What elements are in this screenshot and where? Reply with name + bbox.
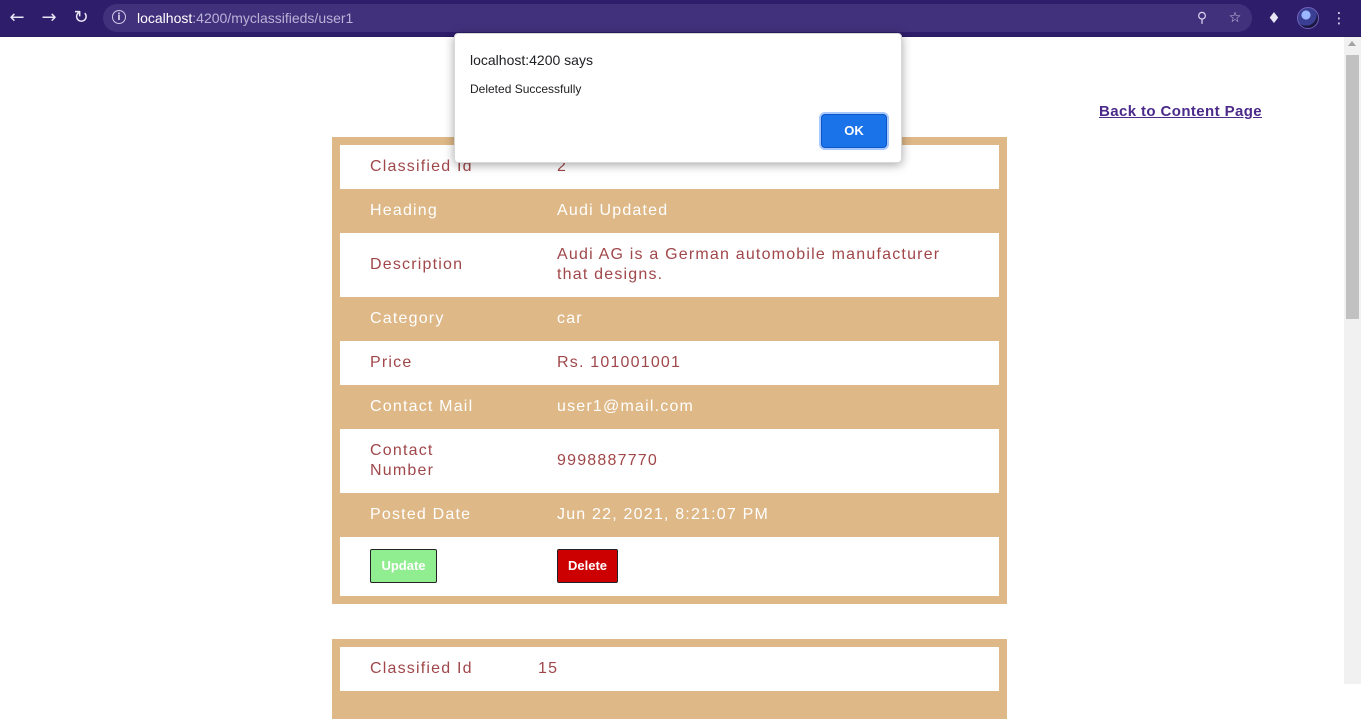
value-posted-date: Jun 22, 2021, 8:21:07 PM (557, 506, 770, 523)
classified-card: Classified Id 2 Heading Audi Updated Des… (332, 137, 1007, 604)
row-category: Category car (340, 297, 999, 341)
forward-arrow-icon[interactable]: → (37, 6, 61, 30)
alert-dialog: localhost:4200 says Deleted Successfully… (454, 33, 902, 163)
page-scrollbar[interactable] (1344, 37, 1361, 684)
value-classified-id: 15 (538, 660, 559, 677)
classified-card: Classified Id 15 (332, 639, 1007, 719)
dialog-title: localhost:4200 says (470, 52, 593, 68)
puzzle-icon[interactable]: ♦ (1263, 7, 1285, 29)
label-contact-number: Contact Number (370, 442, 435, 479)
back-to-content-link[interactable]: Back to Content Page (1099, 103, 1262, 120)
label-price: Price (370, 354, 413, 371)
label-posted-date: Posted Date (370, 506, 472, 523)
profile-avatar[interactable] (1297, 7, 1319, 29)
key-icon[interactable]: ⚲ (1193, 9, 1211, 27)
row-classified-id: Classified Id 15 (340, 647, 999, 691)
delete-button[interactable]: Delete (557, 549, 618, 583)
value-description: Audi AG is a German automobile manufactu… (557, 246, 941, 283)
label-category: Category (370, 310, 445, 327)
row-actions: Update Delete (340, 537, 999, 596)
scroll-thumb[interactable] (1346, 55, 1359, 319)
label-description: Description (370, 256, 464, 273)
label-contact-mail: Contact Mail (370, 398, 474, 415)
browser-toolbar: ← → ↻ i localhost:4200/myclassifieds/use… (0, 0, 1361, 37)
update-button[interactable]: Update (370, 549, 437, 583)
address-bar[interactable]: i localhost:4200/myclassifieds/user1 ⚲ ☆ (103, 4, 1252, 32)
row-contact-number: Contact Number 9998887770 (340, 429, 999, 493)
back-arrow-icon[interactable]: ← (5, 6, 29, 30)
value-contact-number: 9998887770 (557, 452, 658, 469)
site-info-icon[interactable]: i (112, 10, 126, 24)
value-contact-mail: user1@mail.com (557, 398, 695, 415)
url-host: localhost (137, 10, 193, 26)
row-description: Description Audi AG is a German automobi… (340, 233, 999, 297)
value-heading: Audi Updated (557, 202, 669, 219)
scroll-up-arrow-icon[interactable] (1348, 41, 1356, 46)
kebab-menu-icon[interactable]: ⋮ (1328, 7, 1350, 29)
value-category: car (557, 310, 583, 327)
star-icon[interactable]: ☆ (1226, 9, 1244, 27)
url-text[interactable]: localhost:4200/myclassifieds/user1 (137, 10, 353, 26)
dialog-message: Deleted Successfully (470, 82, 582, 96)
url-path: :4200/myclassifieds/user1 (192, 10, 354, 26)
reload-icon[interactable]: ↻ (69, 6, 93, 30)
row-posted-date: Posted Date Jun 22, 2021, 8:21:07 PM (340, 493, 999, 537)
label-classified-id: Classified Id (370, 660, 473, 677)
ok-button[interactable]: OK (821, 114, 887, 148)
value-price: Rs. 101001001 (557, 354, 682, 371)
row-price: Price Rs. 101001001 (340, 341, 999, 385)
row-heading: Heading Audi Updated (340, 189, 999, 233)
row-contact-mail: Contact Mail user1@mail.com (340, 385, 999, 429)
label-heading: Heading (370, 202, 439, 219)
